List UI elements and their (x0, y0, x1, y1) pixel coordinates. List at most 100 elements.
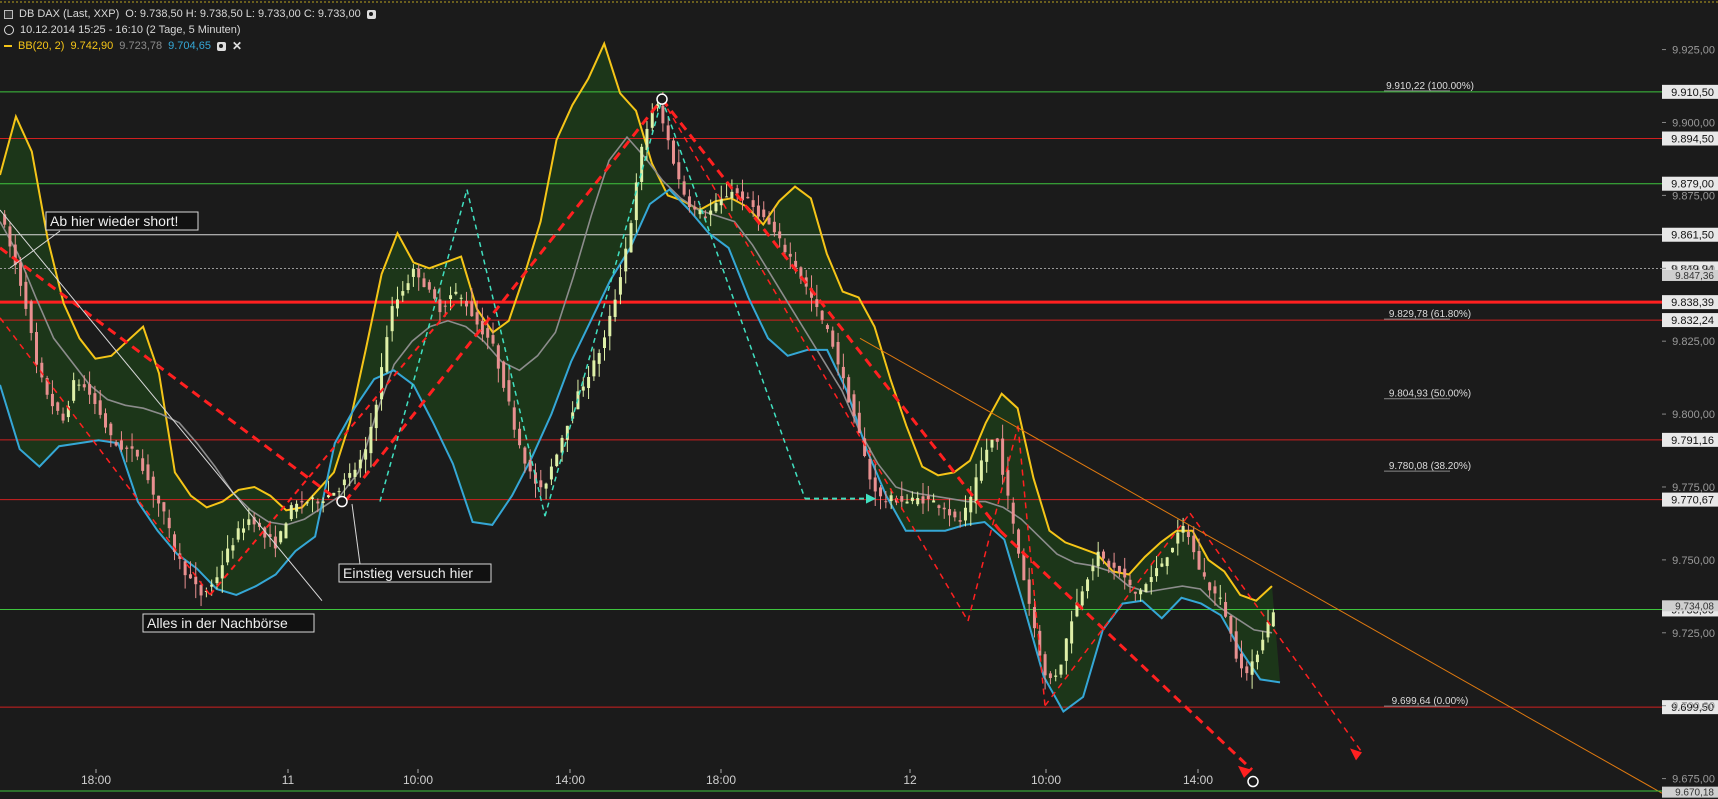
level-label: 9.910,50 (1662, 84, 1718, 99)
fib-label: 9.804,93 (50.00%) (1389, 389, 1471, 400)
ohlc-values: O: 9.738,50 H: 9.738,50 L: 9.733,00 C: 9… (125, 8, 361, 20)
candle-body (475, 312, 479, 325)
candle-body (820, 310, 824, 320)
candle-body (624, 248, 628, 272)
indicator-settings-icon[interactable] (216, 41, 226, 51)
candle-body (1192, 535, 1196, 553)
candle-body (645, 128, 649, 150)
candle-body (438, 299, 442, 313)
candle-body (88, 384, 92, 395)
candle-body (666, 125, 670, 141)
y-tick-label: 9.800,00 (1672, 409, 1715, 421)
candle-body (1006, 470, 1010, 496)
candle-body (411, 269, 415, 277)
y-tick-label: 9.900,00 (1672, 117, 1715, 129)
candle-body (1181, 525, 1185, 533)
trend-line-red (1189, 512, 1363, 753)
candle-body (157, 495, 161, 504)
candle-body (539, 480, 543, 488)
candle-body (523, 447, 527, 464)
candle-body (1144, 584, 1148, 593)
candle-body (454, 291, 458, 294)
annotation-short: Ab hier wieder short! (45, 211, 199, 231)
y-tick-label: 9.875,00 (1672, 190, 1715, 202)
candle-body (852, 394, 856, 416)
candle-body (778, 231, 782, 239)
candle-body (1080, 591, 1084, 606)
settings-icon[interactable] (366, 9, 376, 19)
candle-body (247, 519, 251, 525)
level-label-text: 9.879,00 (1671, 179, 1714, 191)
close-icon[interactable]: ✕ (232, 40, 242, 52)
instrument-name: DB DAX (Last, XXP) (19, 8, 120, 20)
candle-body (194, 576, 198, 585)
pivot-marker (656, 93, 668, 105)
bollinger-band-fill (0, 43, 1280, 712)
indicator-name: BB(20, 2) (18, 40, 65, 52)
y-tick-label: 9.825,00 (1672, 336, 1715, 348)
candle-body (1229, 615, 1233, 634)
candle-body (512, 407, 516, 430)
candle-body (61, 413, 65, 421)
candle-body (549, 466, 553, 480)
fib-label: 9.699,64 (0.00%) (1392, 696, 1469, 707)
price-chart[interactable]: 9.910,50 9.910,22 (100.00%) 9.894,50 9.879,… (0, 0, 1718, 799)
candle-body (374, 404, 378, 429)
candle-body (199, 585, 203, 596)
candle-body (72, 380, 76, 401)
indicator-line-icon (4, 45, 12, 47)
candle-body (709, 210, 713, 215)
candle-body (948, 509, 952, 516)
level-label-text: 9.861,50 (1671, 230, 1714, 242)
candle-body (905, 501, 909, 504)
level-label-text: 9.770,67 (1671, 495, 1714, 507)
candle-body (783, 244, 787, 253)
candle-body (491, 335, 495, 344)
candle-body (353, 469, 357, 478)
candle-body (1032, 607, 1036, 629)
candle-body (1011, 502, 1015, 524)
candle-body (337, 491, 341, 493)
candle-body (1070, 621, 1074, 644)
annotation-afterhours: Alles in der Nachbörse (142, 613, 315, 633)
period-text: 10.12.2014 15:25 - 16:10 (2 Tage, 5 Minu… (20, 24, 241, 36)
candle-body (1091, 566, 1095, 572)
candle-body (1112, 562, 1116, 568)
candle-body (1155, 568, 1159, 577)
candle-body (401, 291, 405, 296)
candle-body (719, 198, 723, 206)
fib-label: 9.829,78 (61.80%) (1389, 309, 1471, 320)
candle-body (24, 281, 28, 309)
candle-body (767, 217, 771, 225)
bb-lower-value: 9.704,65 (168, 40, 211, 52)
candle-body (1139, 590, 1143, 595)
candle-body (979, 460, 983, 481)
chart-type-icon[interactable] (4, 9, 13, 19)
candle-body (295, 503, 299, 512)
candle-body (226, 548, 230, 563)
candle-body (188, 574, 192, 579)
chart-legend: DB DAX (Last, XXP) O: 9.738,50 H: 9.738,… (4, 6, 376, 54)
candle-body (231, 545, 235, 551)
candle-body (672, 140, 676, 164)
annotation-text: Ab hier wieder short! (50, 213, 178, 229)
candle-body (119, 440, 123, 450)
candle-body (486, 328, 490, 338)
candle-body (417, 268, 421, 278)
candle-body (321, 501, 325, 503)
candle-body (847, 377, 851, 403)
candle-body (284, 523, 288, 539)
x-tick-label: 10:00 (403, 773, 433, 787)
candle-body (836, 342, 840, 365)
candle-body (1086, 579, 1090, 592)
candle-body (879, 487, 883, 497)
candle-body (496, 345, 500, 369)
candle-body (1186, 531, 1190, 538)
candle-body (868, 458, 872, 480)
candle-body (661, 105, 665, 124)
candle-body (390, 306, 394, 332)
candle-body (1101, 551, 1105, 559)
candle-body (1170, 547, 1174, 553)
level-label: 9.879,00 (1662, 176, 1718, 191)
candle-body (364, 449, 368, 460)
